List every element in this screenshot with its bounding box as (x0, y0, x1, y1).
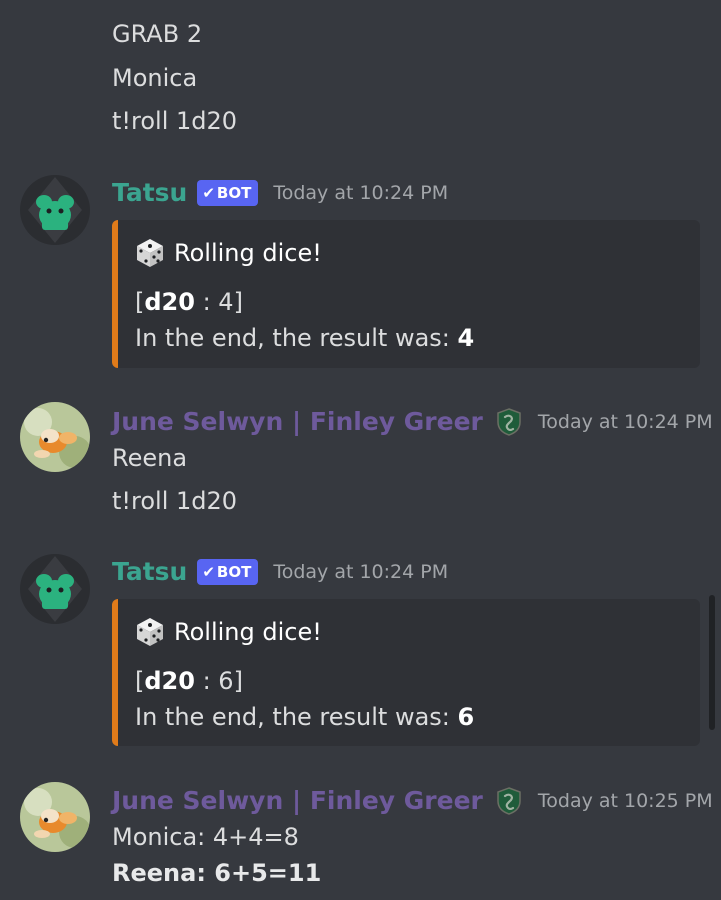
tatsu-avatar-icon[interactable] (20, 554, 90, 624)
roll-detail: [d20 : 6] (135, 665, 243, 697)
result-value: 6 (457, 703, 475, 731)
embed-title: Rolling dice! (134, 236, 322, 270)
username[interactable]: Tatsu (112, 173, 187, 213)
username[interactable]: June Selwyn | Finley Greer (112, 402, 483, 442)
message-header: Tatsu ✔ BOT Today at 10:24 PM (112, 552, 448, 592)
dice-roll-embed: Rolling dice! [d20 : 4] In the end, the … (112, 220, 700, 368)
dice-icon (137, 239, 163, 267)
bot-tag: ✔ BOT (197, 180, 259, 206)
roll-open: [ (135, 288, 145, 316)
result-value: 4 (457, 324, 475, 352)
bot-tag-label: BOT (216, 563, 252, 581)
dice-icon (137, 618, 163, 646)
scrollbar-thumb[interactable] (709, 595, 715, 730)
verified-check-icon: ✔ (202, 184, 215, 202)
username[interactable]: Tatsu (112, 552, 187, 592)
roll-result: In the end, the result was: 6 (135, 701, 474, 733)
message-text: t!roll 1d20 (112, 487, 238, 515)
verified-check-icon: ✔ (202, 563, 215, 581)
goldfish-avatar-icon[interactable] (20, 402, 90, 472)
embed-title-text: Rolling dice! (174, 618, 322, 646)
timestamp[interactable]: Today at 10:24 PM (538, 402, 713, 442)
dice-roll-embed: Rolling dice! [d20 : 6] In the end, the … (112, 599, 700, 746)
message-text: Reena (112, 444, 188, 472)
message-text: Monica: 4+4=8 (112, 823, 299, 851)
embed-title-text: Rolling dice! (174, 239, 322, 267)
bot-tag-label: BOT (216, 184, 252, 202)
username[interactable]: June Selwyn | Finley Greer (112, 781, 483, 821)
roll-detail: [d20 : 4] (135, 286, 243, 318)
roll-result: In the end, the result was: 4 (135, 322, 474, 354)
timestamp[interactable]: Today at 10:24 PM (273, 173, 448, 213)
result-label: In the end, the result was: (135, 703, 458, 731)
roll-value: : 4] (194, 288, 243, 316)
bot-tag: ✔ BOT (197, 559, 259, 585)
slytherin-badge-icon (497, 787, 521, 815)
message-text: Monica (112, 64, 198, 92)
roll-value: : 6] (194, 667, 243, 695)
roll-die: d20 (144, 667, 195, 695)
roll-die: d20 (144, 288, 195, 316)
message-text: GRAB 2 (112, 20, 203, 48)
slytherin-badge-icon (497, 408, 521, 436)
chat-message-list: GRAB 2 Monica t!roll 1d20 Tatsu ✔ BOT To… (0, 0, 721, 900)
roll-open: [ (135, 667, 145, 695)
message-header: June Selwyn | Finley Greer Today at 10:2… (112, 781, 713, 821)
message-text: Reena: 6+5=11 (112, 859, 322, 887)
goldfish-avatar-icon[interactable] (20, 782, 90, 852)
embed-title: Rolling dice! (134, 615, 322, 649)
message-header: June Selwyn | Finley Greer Today at 10:2… (112, 402, 713, 442)
result-label: In the end, the result was: (135, 324, 458, 352)
timestamp[interactable]: Today at 10:25 PM (538, 781, 713, 821)
message-header: Tatsu ✔ BOT Today at 10:24 PM (112, 173, 448, 213)
timestamp[interactable]: Today at 10:24 PM (273, 552, 448, 592)
tatsu-avatar-icon[interactable] (20, 175, 90, 245)
message-text: t!roll 1d20 (112, 107, 238, 135)
